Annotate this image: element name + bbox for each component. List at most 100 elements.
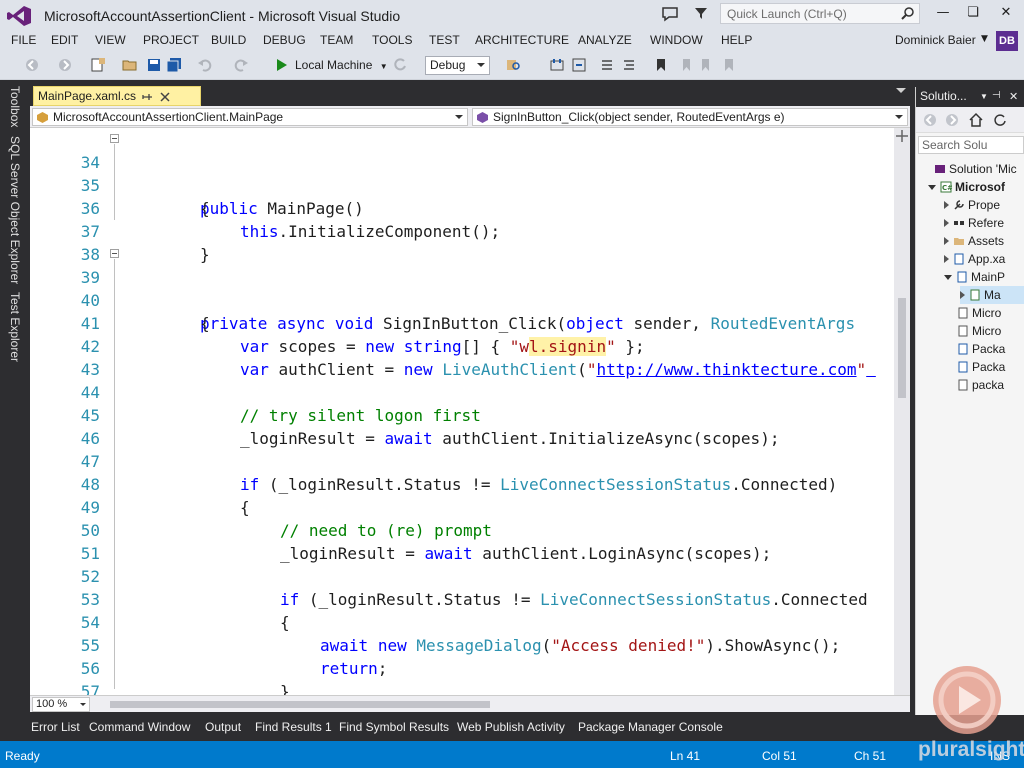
tab-web-publish-activity[interactable]: Web Publish Activity — [457, 720, 565, 734]
tree-item-label: packa — [972, 378, 1005, 392]
zoom-select[interactable]: 100 % — [32, 697, 90, 712]
status-line: Ln 41 — [670, 749, 701, 763]
filter-icon[interactable] — [693, 5, 709, 21]
tree-item-solution[interactable]: Solution 'Mic — [934, 160, 1017, 178]
tab-output[interactable]: Output — [205, 720, 241, 734]
tree-item-app-xaml[interactable]: App.xa — [944, 250, 1005, 268]
tree-item-file[interactable]: Packa — [957, 358, 1005, 376]
configuration-select[interactable]: Debug — [425, 56, 490, 75]
tab-package-manager-console[interactable]: Package Manager Console — [578, 720, 723, 734]
tree-item-file[interactable]: Micro — [957, 304, 1001, 322]
collapsed-icon[interactable] — [944, 201, 949, 209]
tree-item-project[interactable]: C# Microsof — [928, 178, 1005, 196]
menu-tools[interactable]: TOOLS — [372, 33, 412, 47]
editor-vertical-scrollbar[interactable] — [894, 128, 910, 695]
redo-icon[interactable] — [233, 57, 249, 73]
tree-item-file[interactable]: Packa — [957, 340, 1005, 358]
save-icon[interactable] — [146, 57, 162, 73]
menu-help[interactable]: HELP — [721, 33, 752, 47]
start-debugging-button[interactable]: Local Machine ▼ — [277, 56, 388, 76]
tree-item-references[interactable]: Refere — [944, 214, 1004, 232]
scrollbar-thumb[interactable] — [898, 298, 906, 398]
expanded-icon[interactable] — [928, 185, 936, 190]
tab-find-symbol-results[interactable]: Find Symbol Results — [339, 720, 449, 734]
quick-launch-input[interactable]: Quick Launch (Ctrl+Q) — [720, 3, 920, 24]
notification-icon[interactable] — [661, 5, 679, 23]
previous-bookmark-icon[interactable] — [677, 57, 693, 73]
menu-build[interactable]: BUILD — [211, 33, 246, 47]
file-icon — [958, 307, 968, 319]
collapsed-icon[interactable] — [944, 237, 949, 245]
type-navigation-select[interactable]: MicrosoftAccountAssertionClient.MainPage — [32, 108, 468, 126]
navigate-forward-icon[interactable] — [57, 57, 73, 73]
menu-window[interactable]: WINDOW — [650, 33, 703, 47]
tab-list-dropdown-icon[interactable] — [896, 88, 906, 93]
user-dropdown-icon[interactable]: ▼ — [981, 34, 988, 44]
new-project-icon[interactable] — [90, 57, 106, 73]
code-editor[interactable]: 34 public MainPage() 35 { 36 this.Initia… — [30, 128, 894, 695]
user-avatar[interactable]: DB — [996, 31, 1018, 51]
close-window-button[interactable]: ✕ — [995, 4, 1017, 22]
menu-analyze[interactable]: ANALYZE — [578, 33, 632, 47]
collapsed-icon[interactable] — [944, 219, 949, 227]
tab-error-list[interactable]: Error List — [31, 720, 80, 734]
find-in-files-icon[interactable] — [505, 57, 521, 73]
menu-project[interactable]: PROJECT — [143, 33, 199, 47]
menu-test[interactable]: TEST — [429, 33, 460, 47]
home-icon[interactable] — [968, 112, 984, 128]
window-position-icon[interactable]: ▼ — [980, 92, 988, 101]
tab-mainpage-xaml-cs[interactable]: MainPage.xaml.cs — [33, 86, 201, 106]
split-window-icon[interactable] — [896, 130, 908, 142]
member-navigation-select[interactable]: SignInButton_Click(object sender, Routed… — [472, 108, 908, 126]
solution-search-input[interactable]: Search Solu — [918, 136, 1024, 154]
minimize-button[interactable]: — — [932, 4, 954, 22]
toolbox-tab[interactable]: Toolbox — [8, 86, 22, 127]
test-explorer-tab[interactable]: Test Explorer — [8, 292, 22, 362]
horizontal-scrollbar-thumb[interactable] — [110, 701, 490, 708]
close-icon[interactable]: ✕ — [1009, 90, 1018, 103]
tree-item-file[interactable]: packa — [957, 376, 1004, 394]
run-target-dropdown-icon[interactable]: ▼ — [380, 62, 388, 71]
next-bookmark-icon[interactable] — [699, 57, 715, 73]
menu-file[interactable]: FILE — [11, 33, 36, 47]
menu-architecture[interactable]: ARCHITECTURE — [475, 33, 569, 47]
expanded-icon[interactable] — [944, 275, 952, 280]
navigate-back-icon[interactable] — [24, 57, 40, 73]
clear-bookmarks-icon[interactable] — [721, 57, 737, 73]
bookmark-icon[interactable] — [653, 57, 669, 73]
menu-view[interactable]: VIEW — [95, 33, 126, 47]
menu-edit[interactable]: EDIT — [51, 33, 78, 47]
sql-server-object-explorer-tab[interactable]: SQL Server Object Explorer — [8, 136, 22, 284]
back-icon[interactable] — [922, 112, 938, 128]
pin-icon[interactable] — [140, 90, 154, 104]
save-all-icon[interactable] — [166, 57, 182, 73]
uncomment-lines-icon[interactable] — [621, 57, 637, 73]
solution-toggle-icon[interactable] — [549, 57, 565, 73]
code-line: 47 if (_loginResult.Status != LiveConnec… — [30, 427, 894, 494]
tab-command-window[interactable]: Command Window — [89, 720, 190, 734]
tree-item-mainpage-xaml-cs[interactable]: Ma — [960, 286, 1024, 304]
tree-item-mainpage-xaml[interactable]: MainP — [944, 268, 1005, 286]
menu-team[interactable]: TEAM — [320, 33, 353, 47]
refresh-icon[interactable] — [392, 57, 408, 73]
collapsed-icon[interactable] — [944, 255, 949, 263]
sync-icon[interactable] — [992, 112, 1008, 128]
comment-lines-icon[interactable] — [599, 57, 615, 73]
collapse-icon[interactable] — [571, 57, 587, 73]
menu-debug[interactable]: DEBUG — [263, 33, 306, 47]
collapsed-icon[interactable] — [960, 291, 965, 299]
restore-button[interactable]: ❏ — [962, 4, 984, 22]
undo-icon[interactable] — [197, 57, 213, 73]
tree-item-properties[interactable]: Prope — [944, 196, 1000, 214]
pin-icon[interactable]: ⊣ — [992, 90, 1001, 101]
collapse-region-icon[interactable] — [110, 249, 119, 258]
editor-tab-strip: MainPage.xaml.cs — [30, 80, 910, 106]
user-name[interactable]: Dominick Baier — [895, 33, 976, 47]
tab-find-results-1[interactable]: Find Results 1 — [255, 720, 332, 734]
tree-item-file[interactable]: Micro — [957, 322, 1001, 340]
tree-item-assets[interactable]: Assets — [944, 232, 1004, 250]
collapse-region-icon[interactable] — [110, 134, 119, 143]
open-file-icon[interactable] — [122, 57, 138, 73]
forward-icon[interactable] — [944, 112, 960, 128]
close-icon[interactable] — [158, 90, 172, 104]
